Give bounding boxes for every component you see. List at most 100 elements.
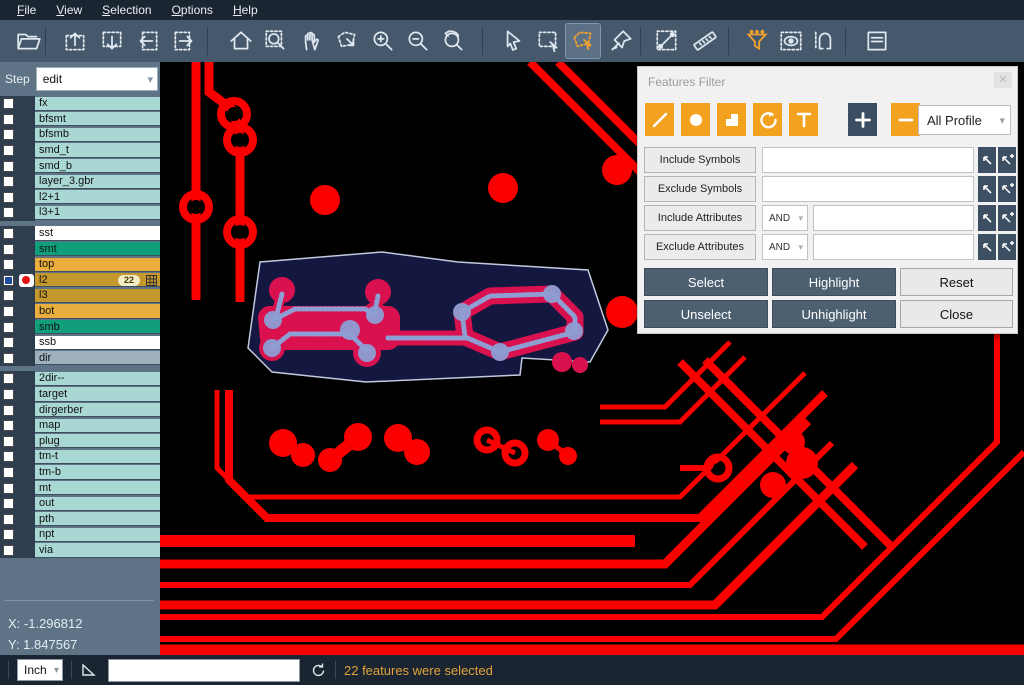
layer-checkbox[interactable]: [3, 322, 14, 333]
layer-checkbox[interactable]: [3, 389, 14, 400]
layer-checkbox[interactable]: [3, 192, 14, 203]
layer-checkbox[interactable]: [3, 353, 14, 364]
add-filter-icon[interactable]: [848, 103, 877, 136]
layer-checkbox[interactable]: [3, 290, 14, 301]
zoom-out-icon[interactable]: [401, 24, 435, 58]
layer-row-mt[interactable]: mt: [0, 480, 160, 496]
snap-mode-icon[interactable]: [808, 24, 842, 58]
layer-row-smd_b[interactable]: smd_b: [0, 158, 160, 174]
include-attributes-button[interactable]: Include Attributes: [644, 205, 756, 231]
layer-checkbox[interactable]: [3, 259, 14, 270]
layer-checkbox[interactable]: [3, 483, 14, 494]
layer-row-tm-b[interactable]: tm-b: [0, 465, 160, 481]
zoom-in-icon[interactable]: [366, 24, 400, 58]
layer-row-bfsmt[interactable]: bfsmt: [0, 112, 160, 128]
feature-type-surface-icon[interactable]: [717, 103, 746, 136]
layer-row-smb[interactable]: smb: [0, 319, 160, 335]
layer-checkbox[interactable]: [3, 114, 14, 125]
layer-checkbox[interactable]: [3, 228, 14, 239]
pick-symbol-add-icon[interactable]: [998, 176, 1016, 202]
layer-row-map[interactable]: map: [0, 418, 160, 434]
layer-checkbox[interactable]: [3, 176, 14, 187]
pan-left-icon[interactable]: [131, 24, 165, 58]
layer-checkbox[interactable]: [3, 405, 14, 416]
layer-checkbox[interactable]: [3, 98, 14, 109]
reset-button[interactable]: Reset: [900, 268, 1013, 296]
open-file-icon[interactable]: [12, 24, 46, 58]
layer-row-l3[interactable]: l3: [0, 288, 160, 304]
layer-row-sst[interactable]: sst: [0, 226, 160, 242]
select-arrow-icon[interactable]: [496, 24, 530, 58]
layer-row-bfsmb[interactable]: bfsmb: [0, 127, 160, 143]
dialog-close-icon[interactable]: ✕: [994, 72, 1012, 88]
layer-row-top[interactable]: top: [0, 257, 160, 273]
layer-row-via[interactable]: via: [0, 543, 160, 559]
layer-checkbox[interactable]: [3, 275, 14, 286]
exclude-attributes-and-dropdown[interactable]: AND ▾: [762, 234, 808, 260]
layer-checkbox[interactable]: [3, 451, 14, 462]
layer-checkbox[interactable]: [3, 420, 14, 431]
pick-attribute-add-icon[interactable]: [998, 205, 1016, 231]
layer-row-npt[interactable]: npt: [0, 527, 160, 543]
step-dropdown[interactable]: edit ▾: [36, 67, 158, 91]
layer-row-l2+1[interactable]: l2+1: [0, 190, 160, 206]
exclude-attributes-button[interactable]: Exclude Attributes: [644, 234, 756, 260]
zoom-polygon-icon[interactable]: [330, 24, 364, 58]
pick-attribute-icon[interactable]: [978, 234, 996, 260]
menu-view[interactable]: View: [47, 1, 91, 19]
layer-checkbox[interactable]: [3, 337, 14, 348]
layer-row-smt[interactable]: smt: [0, 241, 160, 257]
zoom-window-icon[interactable]: [259, 24, 293, 58]
layer-row-l2[interactable]: l222: [0, 273, 160, 289]
select-button[interactable]: Select: [644, 268, 768, 296]
layer-checkbox[interactable]: [3, 145, 14, 156]
highlight-button[interactable]: Highlight: [772, 268, 896, 296]
layer-row-tm-t[interactable]: tm-t: [0, 449, 160, 465]
layers-panel-icon[interactable]: [860, 24, 894, 58]
layer-checkbox[interactable]: [3, 161, 14, 172]
measure-ruler-icon[interactable]: [688, 24, 722, 58]
layer-row-bot[interactable]: bot: [0, 304, 160, 320]
pan-right-icon[interactable]: [167, 24, 201, 58]
layer-row-out[interactable]: out: [0, 496, 160, 512]
layer-row-dir[interactable]: dir: [0, 351, 160, 367]
pick-symbol-add-icon[interactable]: [998, 147, 1016, 173]
unit-dropdown[interactable]: Inch ▾: [17, 659, 63, 681]
profile-dropdown[interactable]: All Profile ▾: [918, 105, 1011, 135]
layer-row-plug[interactable]: plug: [0, 433, 160, 449]
select-polygon-icon[interactable]: [566, 24, 600, 58]
menu-selection[interactable]: Selection: [93, 1, 160, 19]
view-options-icon[interactable]: [774, 24, 808, 58]
include-attributes-input[interactable]: [813, 205, 974, 231]
layer-checkbox[interactable]: [3, 436, 14, 447]
menu-options[interactable]: Options: [163, 1, 222, 19]
corner-snap-icon[interactable]: [80, 662, 98, 678]
unselect-button[interactable]: Unselect: [644, 300, 768, 328]
feature-type-pad-icon[interactable]: [681, 103, 710, 136]
layer-row-target[interactable]: target: [0, 387, 160, 403]
exclude-symbols-button[interactable]: Exclude Symbols: [644, 176, 756, 202]
menu-file[interactable]: File: [8, 1, 45, 19]
layer-row-dirgerber[interactable]: dirgerber: [0, 402, 160, 418]
layer-checkbox[interactable]: [3, 306, 14, 317]
command-input[interactable]: [108, 659, 300, 682]
layer-checkbox[interactable]: [3, 373, 14, 384]
pan-down-icon[interactable]: [95, 24, 129, 58]
grid-icon[interactable]: [146, 275, 157, 289]
home-view-icon[interactable]: [224, 24, 258, 58]
pick-symbol-icon[interactable]: [978, 147, 996, 173]
layer-row-2dir--[interactable]: 2dir--: [0, 371, 160, 387]
pick-attribute-add-icon[interactable]: [998, 234, 1016, 260]
pick-symbol-icon[interactable]: [978, 176, 996, 202]
layer-checkbox[interactable]: [3, 129, 14, 140]
layer-row-smd_t[interactable]: smd_t: [0, 143, 160, 159]
feature-type-text-icon[interactable]: [789, 103, 818, 136]
layer-row-layer_3.gbr[interactable]: layer_3.gbr: [0, 174, 160, 190]
remove-filter-icon[interactable]: [891, 103, 920, 136]
include-attributes-and-dropdown[interactable]: AND ▾: [762, 205, 808, 231]
layer-checkbox[interactable]: [3, 467, 14, 478]
feature-type-arc-icon[interactable]: [753, 103, 782, 136]
layer-checkbox[interactable]: [3, 244, 14, 255]
unhighlight-button[interactable]: Unhighlight: [772, 300, 896, 328]
include-symbols-button[interactable]: Include Symbols: [644, 147, 756, 173]
